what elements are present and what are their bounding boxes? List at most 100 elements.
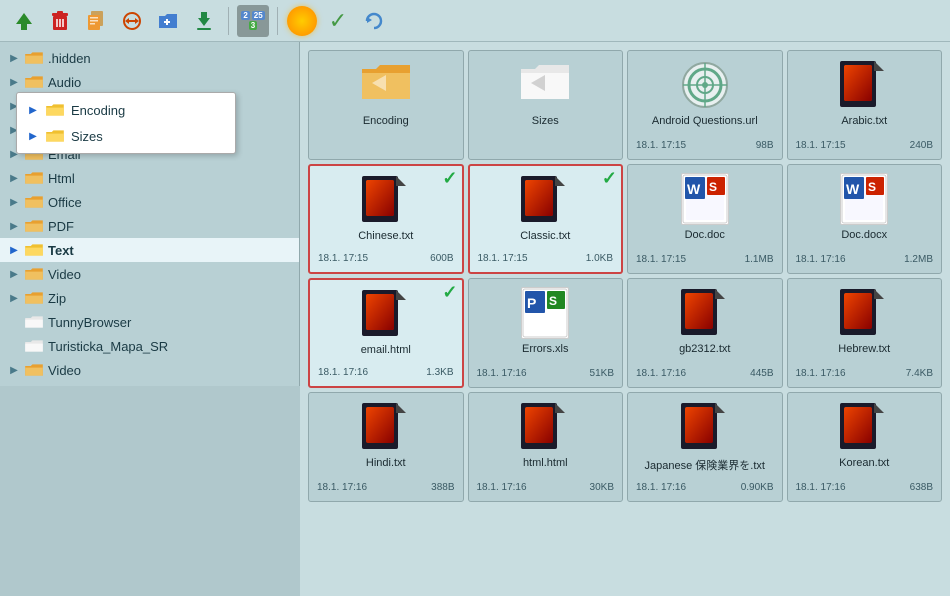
badge-icon: 2 25 3 [237, 5, 269, 37]
file-icon-htmlhtml [519, 401, 571, 453]
refresh-button[interactable] [358, 5, 390, 37]
file-cell-encoding[interactable]: Encoding [308, 50, 464, 160]
file-meta-hindi: 18.1. 17:16 388B [317, 478, 455, 493]
arrow-icon-hidden: ▶ [8, 52, 20, 64]
file-cell-sizes[interactable]: Sizes [468, 50, 624, 160]
svg-text:W: W [687, 181, 701, 197]
arrow-icon-video2: ▶ [8, 364, 20, 376]
sidebar-item-pdf[interactable]: ▶ PDF [0, 214, 299, 238]
toolbar-separator-1 [228, 7, 229, 35]
download-button[interactable] [188, 5, 220, 37]
check-icon: ✓ [329, 8, 347, 34]
file-size-hebrew: 7.4KB [906, 368, 933, 379]
file-meta-emailhtml: 18.1. 17:16 1.3KB [318, 363, 454, 378]
file-date-chinese: 18.1. 17:15 [318, 253, 368, 264]
file-name-gb2312: gb2312.txt [679, 343, 730, 355]
file-meta-htmlhtml: 18.1. 17:16 30KB [477, 478, 615, 493]
sidebar-label-html: Html [48, 171, 75, 186]
file-cell-emailhtml[interactable]: ✓ [308, 278, 464, 388]
file-name-emailhtml: email.html [361, 344, 411, 356]
main-area: ▶ .hidden ▶ Audio ▶ Certificates [0, 42, 950, 596]
file-icon-errors: P S [521, 287, 569, 339]
arrow-icon-html: ▶ [8, 172, 20, 184]
file-name-encoding: Encoding [363, 115, 409, 127]
svg-text:W: W [846, 181, 860, 197]
new-folder-button[interactable] [152, 5, 184, 37]
file-cell-errors[interactable]: P S Errors.xls 18.1. 17:16 51KB [468, 278, 624, 388]
file-meta-sizes [477, 147, 615, 151]
folder-icon-video [24, 266, 44, 282]
sidebar-label-zip: Zip [48, 291, 66, 306]
file-size-gb2312: 445B [750, 368, 773, 379]
file-cell-japanese[interactable]: Japanese 保険業界を.txt 18.1. 17:16 0.90KB [627, 392, 783, 502]
svg-text:S: S [549, 294, 557, 308]
file-cell-hindi[interactable]: Hindi.txt 18.1. 17:16 388B [308, 392, 464, 502]
sidebar-item-hidden[interactable]: ▶ .hidden [0, 46, 299, 70]
popup-item-encoding[interactable]: ▶ Encoding [17, 97, 235, 123]
file-meta-arabic: 18.1. 17:15 240B [796, 136, 934, 151]
folder-icon-html [24, 170, 44, 186]
sun-button[interactable] [286, 5, 318, 37]
delete-button[interactable] [44, 5, 76, 37]
folder-icon-turisticka [24, 338, 44, 354]
file-meta-chinese: 18.1. 17:15 600B [318, 249, 454, 264]
file-cell-hebrew[interactable]: Hebrew.txt 18.1. 17:16 7.4KB [787, 278, 943, 388]
badge-button[interactable]: 2 25 3 [237, 5, 269, 37]
checkmark-classic: ✓ [602, 168, 617, 189]
file-date-emailhtml: 18.1. 17:16 [318, 367, 368, 378]
sidebar-item-video2[interactable]: ▶ Video [0, 358, 299, 382]
popup-folder-encoding [45, 102, 65, 118]
file-name-doc: Doc.doc [685, 229, 725, 241]
sidebar-item-zip[interactable]: ▶ Zip [0, 286, 299, 310]
file-icon-android [679, 59, 731, 111]
file-cell-korean[interactable]: Korean.txt 18.1. 17:16 638B [787, 392, 943, 502]
sidebar-item-turisticka[interactable]: ▶ Turisticka_Mapa_SR [0, 334, 299, 358]
file-meta-classic: 18.1. 17:15 1.0KB [478, 249, 614, 264]
file-meta-korean: 18.1. 17:16 638B [796, 478, 934, 493]
navigate-up-button[interactable] [8, 5, 40, 37]
file-name-sizes: Sizes [532, 115, 559, 127]
sidebar-label-office: Office [48, 195, 82, 210]
sidebar-wrapper: ▶ .hidden ▶ Audio ▶ Certificates [0, 42, 300, 596]
file-size-chinese: 600B [430, 253, 453, 264]
check-button[interactable]: ✓ [322, 5, 354, 37]
file-date-doc: 18.1. 17:15 [636, 254, 686, 265]
copy-button[interactable] [80, 5, 112, 37]
file-size-japanese: 0.90KB [741, 482, 774, 493]
sun-icon [287, 6, 317, 36]
move-button[interactable] [116, 5, 148, 37]
file-cell-docx[interactable]: W S Doc.docx 18.1. 17:16 1.2MB [787, 164, 943, 274]
file-cell-chinese[interactable]: ✓ [308, 164, 464, 274]
sidebar-item-video[interactable]: ▶ Video [0, 262, 299, 286]
file-meta-android: 18.1. 17:15 98B [636, 136, 774, 151]
sidebar-item-text[interactable]: ▶ Text [0, 238, 299, 262]
file-cell-android[interactable]: Android Questions.url 18.1. 17:15 98B [627, 50, 783, 160]
sidebar-label-audio: Audio [48, 75, 81, 90]
folder-icon-text [24, 242, 44, 258]
popup-arrow-sizes: ▶ [27, 130, 39, 142]
file-cell-htmlhtml[interactable]: html.html 18.1. 17:16 30KB [468, 392, 624, 502]
sidebar-label-video: Video [48, 267, 81, 282]
sidebar-item-audio[interactable]: ▶ Audio [0, 70, 299, 94]
popup-item-sizes[interactable]: ▶ Sizes [17, 123, 235, 149]
arrow-icon-text: ▶ [8, 244, 20, 256]
file-meta-hebrew: 18.1. 17:16 7.4KB [796, 364, 934, 379]
file-cell-gb2312[interactable]: gb2312.txt 18.1. 17:16 445B [627, 278, 783, 388]
file-name-hebrew: Hebrew.txt [838, 343, 890, 355]
sidebar-label-text: Text [48, 243, 74, 258]
sidebar-label-video2: Video [48, 363, 81, 378]
file-size-arabic: 240B [910, 140, 933, 151]
sidebar-item-office[interactable]: ▶ Office [0, 190, 299, 214]
file-icon-emailhtml [360, 288, 412, 340]
file-icon-doc: W S [681, 173, 729, 225]
sidebar-item-html[interactable]: ▶ Html [0, 166, 299, 190]
file-cell-classic[interactable]: ✓ [468, 164, 624, 274]
file-cell-arabic[interactable]: Arabic.txt 18.1. 17:15 240B [787, 50, 943, 160]
badge-num2: 25 [252, 11, 265, 20]
sidebar-item-tunnybrowser[interactable]: ▶ TunnyBrowser [0, 310, 299, 334]
svg-text:P: P [527, 295, 536, 311]
file-size-docx: 1.2MB [904, 254, 933, 265]
folder-icon-pdf [24, 218, 44, 234]
file-cell-doc[interactable]: W S Doc.doc 18.1. 17:15 1.1MB [627, 164, 783, 274]
svg-text:S: S [709, 180, 717, 194]
